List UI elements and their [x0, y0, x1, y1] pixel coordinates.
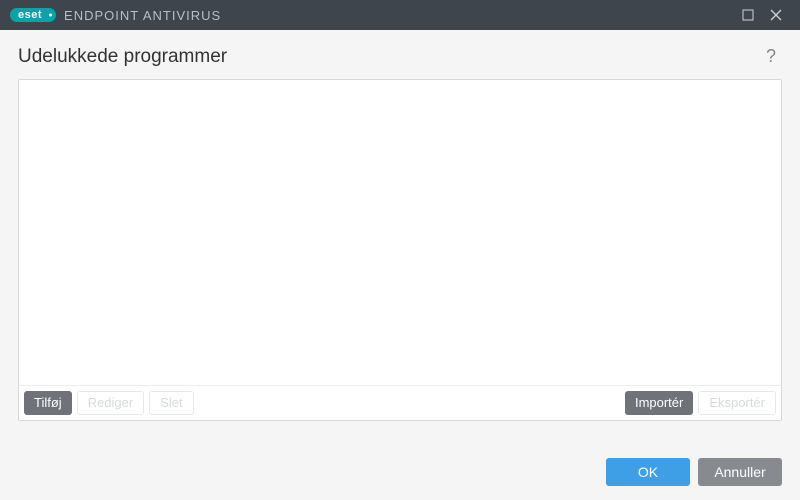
- import-button[interactable]: Importér: [625, 391, 693, 415]
- cancel-button[interactable]: Annuller: [698, 458, 782, 486]
- exclusions-panel: Tilføj Rediger Slet Importér Eksportér: [18, 79, 782, 421]
- delete-button: Slet: [149, 391, 193, 415]
- product-name: ENDPOINT ANTIVIRUS: [64, 8, 221, 23]
- page-title: Udelukkede programmer: [18, 46, 227, 68]
- titlebar: eset ENDPOINT ANTIVIRUS: [0, 0, 800, 30]
- close-icon: [770, 9, 782, 21]
- help-button[interactable]: ?: [760, 44, 782, 69]
- header-row: Udelukkede programmer ?: [18, 44, 782, 69]
- export-button: Eksportér: [698, 391, 776, 415]
- help-icon: ?: [766, 46, 776, 66]
- add-button[interactable]: Tilføj: [24, 391, 72, 415]
- eset-logo: eset: [10, 8, 56, 22]
- logo-text: eset: [18, 9, 48, 21]
- ok-button[interactable]: OK: [606, 458, 690, 486]
- minimize-button[interactable]: [734, 1, 762, 29]
- minimize-icon: [742, 9, 754, 21]
- close-button[interactable]: [762, 1, 790, 29]
- edit-button: Rediger: [77, 391, 145, 415]
- content-area: Udelukkede programmer ? Tilføj Rediger S…: [0, 30, 800, 421]
- panel-toolbar: Tilføj Rediger Slet Importér Eksportér: [19, 385, 781, 420]
- footer-buttons: OK Annuller: [606, 458, 782, 486]
- exclusions-list[interactable]: [19, 80, 781, 385]
